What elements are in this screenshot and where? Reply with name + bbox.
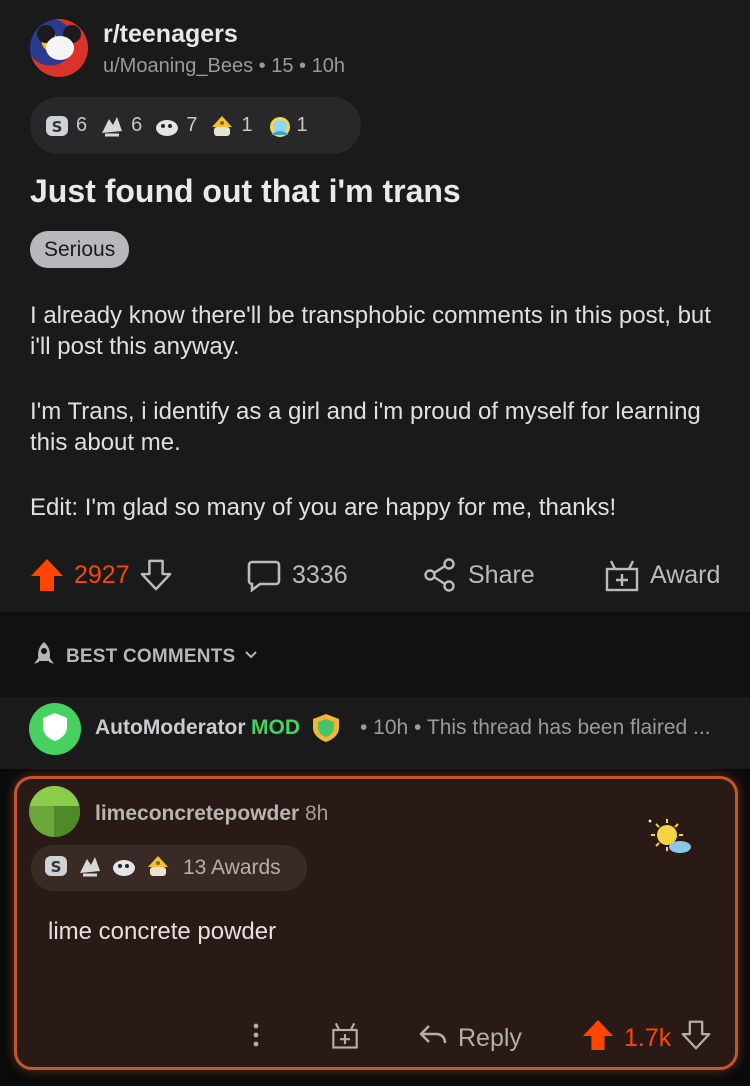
helpful-award-icon xyxy=(154,113,180,139)
gold-award-icon xyxy=(209,113,235,139)
upvote-icon[interactable] xyxy=(582,1018,614,1059)
svg-text:S: S xyxy=(51,858,62,876)
share-icon xyxy=(422,557,458,593)
award-label: Award xyxy=(650,560,721,589)
ally-award-icon xyxy=(265,113,291,139)
comment-count: 3336 xyxy=(292,560,348,589)
subreddit-name[interactable]: r/teenagers xyxy=(103,20,238,49)
post-title[interactable]: Just found out that i'm trans xyxy=(30,173,461,210)
post-body-paragraph: I'm Trans, i identify as a girl and i'm … xyxy=(30,398,701,456)
award-item: S 6 xyxy=(44,113,87,139)
post-vote-count: 2927 xyxy=(74,560,130,589)
chevron-down-icon xyxy=(243,646,259,668)
post-meta[interactable]: u/Moaning_Bees • 15 • 10h xyxy=(103,55,345,78)
share-button[interactable]: Share xyxy=(422,550,535,600)
comment-awards[interactable]: S 13 Awards xyxy=(31,845,307,891)
comment-username[interactable]: limeconcretepowder xyxy=(95,802,299,826)
sun-cloud-icon xyxy=(647,817,695,862)
reply-label: Reply xyxy=(458,1023,522,1052)
shield-icon xyxy=(40,711,70,748)
awards-count-label: 13 Awards xyxy=(183,856,281,879)
downvote-icon[interactable] xyxy=(140,558,172,592)
helpful-award-icon xyxy=(111,853,137,884)
award-item: 1 xyxy=(209,113,253,139)
sort-dropdown[interactable]: BEST COMMENTS xyxy=(30,640,259,674)
award-button[interactable]: Award xyxy=(604,550,720,600)
comment-time: 8h xyxy=(305,802,329,825)
post-body-paragraph: I already know there'll be transphobic c… xyxy=(30,302,711,360)
upvote-icon[interactable] xyxy=(30,557,64,593)
post-actions: 2927 3336 Share Award xyxy=(0,550,750,600)
mod-badge: MOD xyxy=(251,716,300,739)
reply-button[interactable]: Reply xyxy=(418,1015,522,1061)
sort-label: BEST COMMENTS xyxy=(66,646,236,667)
silver-award-icon: S xyxy=(43,853,69,884)
gift-icon xyxy=(330,1020,360,1057)
wholesome-award-icon xyxy=(77,853,103,884)
silver-award-icon: S xyxy=(44,113,70,139)
comments-button[interactable]: 3336 xyxy=(246,550,348,600)
award-item: 6 xyxy=(99,113,142,139)
share-label: Share xyxy=(468,560,535,589)
user-avatar[interactable] xyxy=(29,786,80,837)
rocket-icon xyxy=(30,640,58,674)
downvote-icon[interactable] xyxy=(681,1019,711,1058)
comment-body: lime concrete powder xyxy=(48,918,277,945)
mod-shield-icon xyxy=(311,712,341,749)
subreddit-avatar[interactable] xyxy=(30,19,88,77)
automod-meta: • 10h • This thread has been flaired ... xyxy=(360,716,711,739)
gift-icon xyxy=(604,557,640,593)
comment-icon xyxy=(246,557,282,593)
comment-vote-count: 1.7k xyxy=(624,1023,672,1052)
wholesome-award-icon xyxy=(99,113,125,139)
gold-award-icon xyxy=(145,853,171,884)
svg-text:S: S xyxy=(52,118,63,136)
give-award-button[interactable] xyxy=(330,1015,360,1061)
more-vertical-icon xyxy=(246,1020,266,1057)
automod-username[interactable]: AutoModerator xyxy=(95,716,246,740)
comment-vote-group: 1.7k xyxy=(582,1015,711,1061)
award-item: 7 xyxy=(154,113,197,139)
post-awards[interactable]: S 6 6 7 1 1 xyxy=(30,97,361,154)
vote-group: 2927 xyxy=(30,550,172,600)
automod-avatar[interactable] xyxy=(29,703,81,755)
comment-actions: Reply 1.7k xyxy=(0,1015,750,1061)
more-options-button[interactable] xyxy=(246,1015,266,1061)
post-body-paragraph: Edit: I'm glad so many of you are happy … xyxy=(30,494,617,521)
award-item: 1 xyxy=(265,113,308,139)
post-flair[interactable]: Serious xyxy=(30,231,130,268)
reply-arrow-icon xyxy=(418,1021,448,1056)
